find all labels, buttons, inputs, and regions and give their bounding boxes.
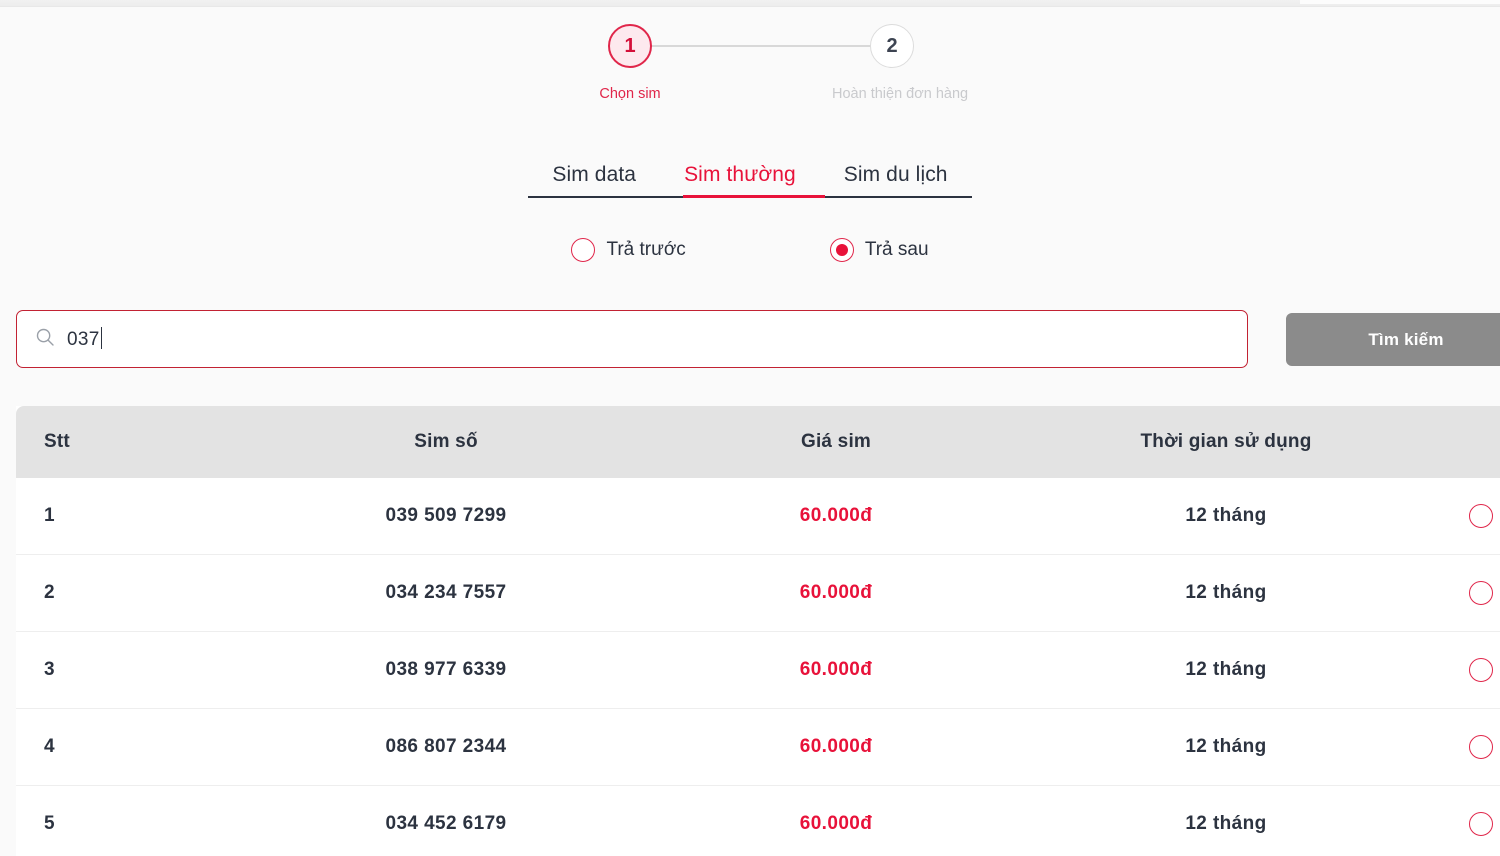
cell-sim-number: 034 234 7557 (385, 582, 507, 603)
payment-type-tra-truoc[interactable]: Trả trước (571, 238, 686, 262)
cell-sim-number: 039 509 7299 (385, 505, 507, 526)
search-row: 037 Tìm kiếm (16, 310, 1500, 368)
row-select-radio[interactable] (1469, 735, 1493, 759)
tab-sim-thuong[interactable]: Sim thường (660, 163, 820, 196)
site-header-edge (0, 0, 1500, 7)
cell-duration: 12 tháng (1185, 736, 1267, 757)
cell-price: 60.000đ (799, 582, 873, 603)
column-header-gia: Giá sim (800, 431, 872, 452)
sim-category-tabs: Sim data Sim thường Sim du lịch (0, 163, 1500, 198)
row-select-radio[interactable] (1469, 581, 1493, 605)
cell-sim-number: 034 452 6179 (385, 813, 507, 834)
sim-results-table: Stt Sim số Giá sim Thời gian sử dụng 1 0… (16, 406, 1500, 856)
stepper-step-2[interactable]: 2 Hoàn thiện đơn hàng (832, 24, 969, 102)
table-row[interactable]: 4 086 807 2344 60.000đ 12 tháng (16, 709, 1500, 786)
cell-stt: 4 (44, 736, 55, 757)
tab-sim-data[interactable]: Sim data (528, 163, 660, 196)
column-header-time: Thời gian sử dụng (1140, 431, 1312, 452)
text-caret (100, 327, 103, 349)
search-input[interactable]: 037 (16, 310, 1248, 368)
search-button[interactable]: Tìm kiếm (1286, 313, 1500, 366)
table-row[interactable]: 3 038 977 6339 60.000đ 12 tháng (16, 632, 1500, 709)
cell-stt: 1 (44, 505, 55, 526)
cell-price: 60.000đ (799, 505, 873, 526)
cell-stt: 3 (44, 659, 55, 680)
cell-sim-number: 086 807 2344 (385, 736, 507, 757)
cell-duration: 12 tháng (1185, 659, 1267, 680)
step-2-number: 2 (870, 24, 914, 68)
row-select-radio[interactable] (1469, 504, 1493, 528)
table-row[interactable]: 5 034 452 6179 60.000đ 12 tháng (16, 786, 1500, 856)
payment-type-group: Trả trước Trả sau (0, 238, 1500, 262)
payment-type-tra-sau-label: Trả sau (864, 239, 929, 260)
cell-duration: 12 tháng (1185, 582, 1267, 603)
cell-duration: 12 tháng (1185, 505, 1267, 526)
checkout-stepper: 1 Chọn sim 2 Hoàn thiện đơn hàng (0, 24, 1500, 124)
cell-sim-number: 038 977 6339 (385, 659, 507, 680)
row-select-radio[interactable] (1469, 812, 1493, 836)
cell-price: 60.000đ (799, 813, 873, 834)
column-header-sim: Sim số (414, 431, 478, 452)
active-tab-underline (683, 195, 826, 198)
stepper-step-1[interactable]: 1 Chọn sim (570, 24, 690, 102)
radio-unchecked-icon[interactable] (571, 238, 596, 262)
table-body: 1 039 509 7299 60.000đ 12 tháng 2 034 23… (16, 478, 1500, 856)
table-row[interactable]: 2 034 234 7557 60.000đ 12 tháng (16, 555, 1500, 632)
cell-price: 60.000đ (799, 659, 873, 680)
radio-checked-icon[interactable] (829, 238, 854, 262)
search-input-value: 037 (67, 329, 100, 350)
payment-type-tra-truoc-label: Trả trước (606, 239, 686, 260)
cell-price: 60.000đ (799, 736, 873, 757)
stepper-connector-line (629, 45, 893, 47)
row-select-radio[interactable] (1469, 658, 1493, 682)
tab-sim-du-lich[interactable]: Sim du lịch (820, 163, 972, 196)
column-header-stt: Stt (44, 431, 70, 452)
cell-duration: 12 tháng (1185, 813, 1267, 834)
step-1-number: 1 (608, 24, 652, 68)
site-header-edge-right (1300, 0, 1500, 4)
cell-stt: 2 (44, 582, 55, 603)
table-row[interactable]: 1 039 509 7299 60.000đ 12 tháng (16, 478, 1500, 555)
table-header-row: Stt Sim số Giá sim Thời gian sử dụng (16, 406, 1500, 478)
cell-stt: 5 (44, 813, 55, 834)
step-1-label: Chọn sim (599, 86, 661, 102)
page-root: 1 Chọn sim 2 Hoàn thiện đơn hàng Sim dat… (0, 0, 1500, 856)
search-icon (35, 327, 55, 352)
step-2-label: Hoàn thiện đơn hàng (832, 86, 969, 102)
payment-type-tra-sau[interactable]: Trả sau (829, 238, 929, 262)
